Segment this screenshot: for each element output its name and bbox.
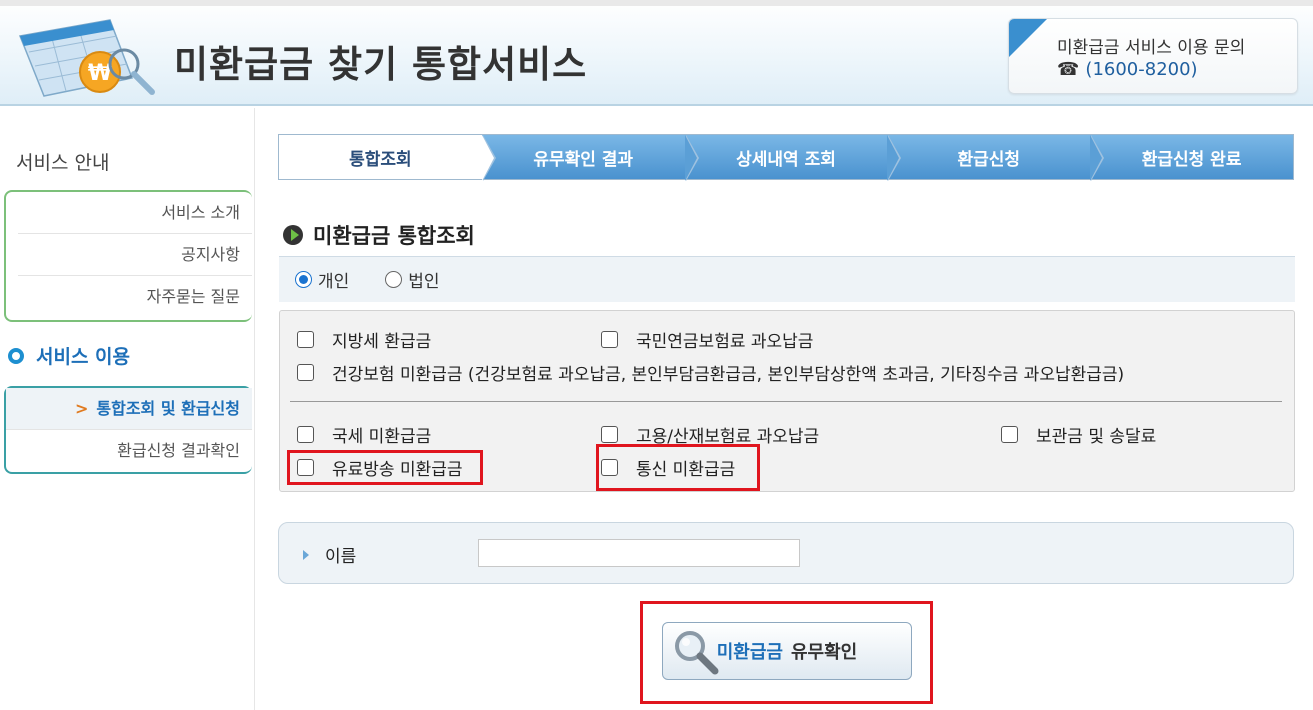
- contact-corner-decoration: [1009, 19, 1047, 57]
- person-type-radio-group: 개인 법인: [279, 256, 1295, 302]
- check-refund-button[interactable]: 미환급금 유무확인: [662, 622, 912, 680]
- refund-spreadsheet-logo-icon[interactable]: ₩: [14, 14, 159, 102]
- sidebar: 서비스 안내 서비스 소개 공지사항 자주묻는 질문 서비스 이용 > 통합조회 …: [0, 108, 255, 710]
- sidebar-item-integrated-inquiry[interactable]: > 통합조회 및 환급신청: [6, 388, 252, 430]
- name-input[interactable]: [478, 539, 800, 567]
- radio-corporation[interactable]: 법인: [385, 267, 440, 292]
- step-label: 환급신청: [957, 149, 1021, 170]
- step-detail-inquiry: 상세내역 조회: [684, 135, 902, 181]
- chevron-right-icon: >: [74, 399, 89, 418]
- sidebar-heading: 서비스 안내: [16, 152, 110, 174]
- checkbox-pension[interactable]: 국민연금보험료 과오납금: [601, 327, 813, 352]
- checkbox-icon[interactable]: [601, 459, 618, 476]
- sidebar-item-notices[interactable]: 공지사항: [18, 234, 252, 276]
- checkbox-icon[interactable]: [297, 364, 314, 381]
- progress-steps: 통합조회 유무확인 결과 상세내역 조회 환급신청 환급신청 완료: [278, 134, 1294, 181]
- name-label: 이름: [303, 542, 356, 567]
- checkbox-icon[interactable]: [601, 331, 618, 348]
- checkbox-label: 건강보험 미환급금 (건강보험료 과오납금, 본인부담금환급금, 본인부담상한액…: [332, 365, 1125, 385]
- checkbox-national-tax[interactable]: 국세 미환급금: [297, 422, 431, 447]
- play-bullet-icon: [283, 225, 303, 245]
- checkbox-label: 보관금 및 송달료: [1036, 427, 1157, 447]
- checkbox-paid-broadcast[interactable]: 유료방송 미환급금: [297, 455, 463, 480]
- step-label: 상세내역 조회: [736, 149, 836, 170]
- phone-icon: ☎: [1057, 59, 1080, 80]
- checkbox-label: 통신 미환급금: [636, 460, 736, 480]
- contact-title: 미환급금 서비스 이용 문의: [1057, 38, 1246, 58]
- checkbox-label: 국세 미환급금: [332, 427, 432, 447]
- name-label-text: 이름: [325, 547, 357, 567]
- radio-label: 개인: [318, 272, 350, 292]
- triangle-bullet-icon: [303, 549, 309, 560]
- check-refund-button-label: 유무확인: [791, 642, 858, 663]
- checkbox-label: 고용/산재보험료 과오납금: [636, 427, 820, 447]
- checkbox-employment-insurance[interactable]: 고용/산재보험료 과오납금: [601, 422, 819, 447]
- header: ₩ 미환급금 찾기 통합서비스 미환급금 서비스 이용 문의 ☎ (1600-82…: [0, 0, 1313, 106]
- step-label: 통합조회: [349, 149, 412, 170]
- checkbox-icon[interactable]: [297, 331, 314, 348]
- step-label: 유무확인 결과: [533, 149, 634, 170]
- radio-checked-icon[interactable]: [295, 271, 312, 288]
- step-refund-complete: 환급신청 완료: [1090, 135, 1293, 179]
- checkbox-health-insurance[interactable]: 건강보험 미환급금 (건강보험료 과오납금, 본인부담금환급금, 본인부담상한액…: [297, 360, 1124, 385]
- step-arrow: [887, 135, 900, 181]
- checkbox-label: 유료방송 미환급금: [332, 460, 463, 480]
- sidebar-info-menu: 서비스 소개 공지사항 자주묻는 질문: [4, 190, 252, 322]
- step-refund-request: 환급신청: [887, 135, 1105, 181]
- site-title: 미환급금 찾기 통합서비스: [174, 43, 588, 86]
- sidebar-use-menu: > 통합조회 및 환급신청 환급신청 결과확인: [4, 386, 252, 474]
- contact-phone: ☎ (1600-8200): [1057, 59, 1198, 80]
- step-existence-result: 유무확인 결과: [481, 135, 699, 181]
- check-refund-button-accent: 미환급금: [716, 642, 783, 663]
- radio-individual[interactable]: 개인: [295, 267, 349, 292]
- checkbox-icon[interactable]: [297, 459, 314, 476]
- sidebar-item-faq[interactable]: 자주묻는 질문: [18, 276, 252, 318]
- checkbox-divider: [290, 401, 1282, 402]
- sidebar-section-label: 서비스 이용: [36, 346, 131, 368]
- contact-phone-number: (1600-8200): [1085, 59, 1198, 80]
- checkbox-label: 지방세 환급금: [332, 332, 432, 352]
- header-top-line: [0, 0, 1313, 6]
- step-arrow: [481, 135, 494, 181]
- svg-text:₩: ₩: [88, 61, 112, 86]
- checkbox-icon[interactable]: [297, 426, 314, 443]
- circle-bullet-icon: [8, 347, 24, 364]
- step-arrow: [1090, 135, 1103, 181]
- sidebar-section-service-use: 서비스 이용: [8, 342, 130, 369]
- checkbox-icon[interactable]: [601, 426, 618, 443]
- checkbox-storage-fee[interactable]: 보관금 및 송달료: [1001, 422, 1156, 447]
- sidebar-item-label: 통합조회 및 환급신청: [96, 399, 240, 418]
- step-arrow: [684, 135, 697, 181]
- step-integrated-inquiry: 통합조회: [279, 135, 496, 181]
- radio-label: 법인: [408, 272, 440, 292]
- section-title: 미환급금 통합조회: [283, 220, 475, 250]
- magnifier-icon: [675, 631, 719, 675]
- name-field-row: 이름: [278, 522, 1294, 584]
- sidebar-item-service-intro[interactable]: 서비스 소개: [18, 192, 252, 234]
- radio-unchecked-icon[interactable]: [385, 271, 403, 288]
- refund-type-checkbox-panel: 지방세 환급금 국민연금보험료 과오납금 건강보험 미환급금 (건강보험료 과오…: [279, 310, 1295, 492]
- checkbox-icon[interactable]: [1001, 426, 1018, 443]
- checkbox-local-tax[interactable]: 지방세 환급금: [297, 327, 431, 352]
- contact-box: 미환급금 서비스 이용 문의 ☎ (1600-8200): [1008, 18, 1298, 94]
- section-title-text: 미환급금 통합조회: [313, 224, 475, 248]
- step-label: 환급신청 완료: [1141, 149, 1242, 170]
- checkbox-telecom[interactable]: 통신 미환급금: [601, 455, 735, 480]
- checkbox-label: 국민연금보험료 과오납금: [636, 332, 814, 352]
- sidebar-item-refund-result[interactable]: 환급신청 결과확인: [18, 430, 252, 472]
